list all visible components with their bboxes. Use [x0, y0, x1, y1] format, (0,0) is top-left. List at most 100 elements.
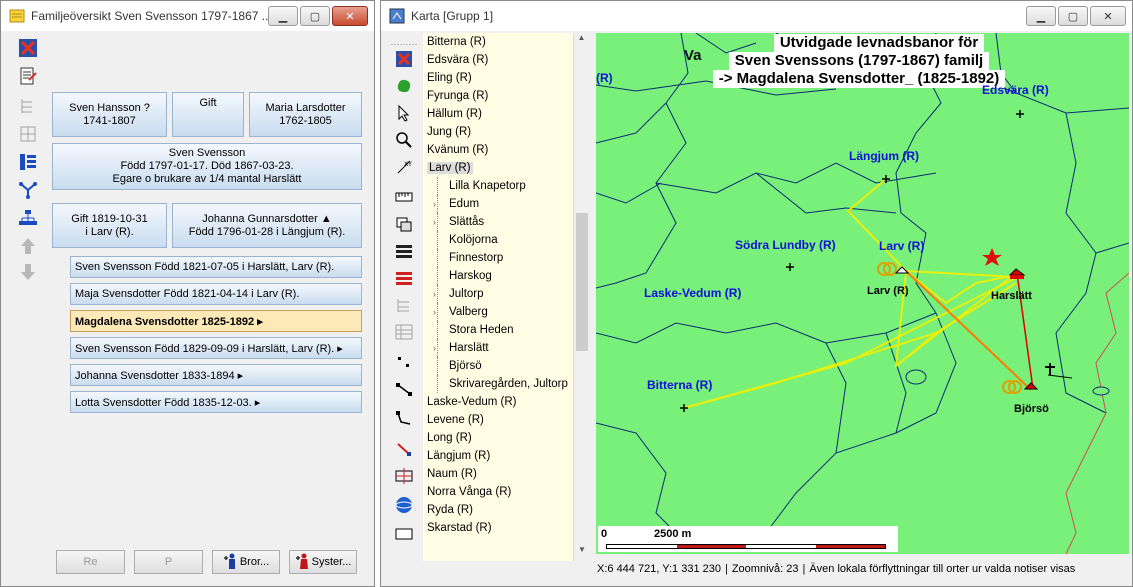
tree-item[interactable]: Längjum (R)	[423, 447, 573, 465]
list-blue-icon[interactable]	[15, 149, 41, 175]
maximize-button[interactable]: ▢	[1058, 6, 1088, 26]
spouse-box[interactable]: Johanna Gunnarsdotter ▲ Född 1796-01-28 …	[172, 203, 362, 248]
tree-item[interactable]: Hällum (R)	[423, 105, 573, 123]
tree-item[interactable]: Norra Vånga (R)	[423, 483, 573, 501]
scrollbar-thumb[interactable]	[576, 213, 588, 351]
tree-item[interactable]: Fyrunga (R)	[423, 87, 573, 105]
tree-item[interactable]: Skrivaregården, Jultorp	[423, 375, 573, 393]
table-icon[interactable]	[388, 321, 420, 343]
red-path-icon[interactable]	[388, 438, 420, 460]
tree-scrollbar[interactable]: ▲ ▼	[573, 33, 589, 561]
tree-guide-line	[437, 303, 438, 321]
right-titlebar[interactable]: Karta [Grupp 1] ▁ ▢ ✕	[381, 1, 1132, 31]
p-button[interactable]: P	[134, 550, 203, 574]
tree-guide-line	[437, 321, 438, 339]
child-item[interactable]: Sven Svensson Född 1829-09-09 i Harslätt…	[70, 337, 362, 359]
minimize-button[interactable]: ▁	[268, 6, 298, 26]
tree-item[interactable]: › Edum	[423, 195, 573, 213]
tree-item[interactable]: Harskog	[423, 267, 573, 285]
expand-chevron-icon[interactable]: ›	[433, 213, 436, 231]
lines-red-icon[interactable]	[388, 267, 420, 289]
hierarchy-icon[interactable]	[15, 205, 41, 231]
tree-item[interactable]: › Slättås	[423, 213, 573, 231]
tree-item[interactable]: Lilla Knapetorp	[423, 177, 573, 195]
main-person-box[interactable]: Sven Svensson Född 1797-01-17. Död 1867-…	[52, 143, 362, 190]
tree-chart-icon[interactable]	[388, 294, 420, 316]
minimize-button[interactable]: ▁	[1026, 6, 1056, 26]
region-select-icon[interactable]	[388, 75, 420, 97]
tree-item-label: Kvänum (R)	[427, 144, 489, 156]
close-map-icon[interactable]	[388, 48, 420, 70]
lines-black-icon[interactable]	[388, 240, 420, 262]
close-button[interactable]: ✕	[332, 6, 368, 26]
maximize-button[interactable]: ▢	[300, 6, 330, 26]
tree-item[interactable]: Larv (R)	[423, 159, 573, 177]
tree-item[interactable]: Eling (R)	[423, 69, 573, 87]
pointer-icon[interactable]	[388, 102, 420, 124]
tree-item[interactable]: › Harslätt	[423, 339, 573, 357]
close-red-x-icon[interactable]	[15, 35, 41, 61]
child-item[interactable]: Johanna Svensdotter 1833-1894 ▸	[70, 364, 362, 386]
tree-item[interactable]: Björsö	[423, 357, 573, 375]
zoom-icon[interactable]	[388, 129, 420, 151]
mother-box[interactable]: Maria Larsdotter 1762-1805	[249, 92, 362, 137]
child-item[interactable]: Sven Svensson Född 1821-07-05 i Harslätt…	[70, 256, 362, 278]
rectangle-icon[interactable]	[388, 523, 420, 545]
map-view[interactable]: Utvidgade levnadsbanor för Sven Svensson…	[596, 33, 1129, 554]
tree-item[interactable]: Long (R)	[423, 429, 573, 447]
tree-item[interactable]: Skarstad (R)	[423, 519, 573, 537]
re-button[interactable]: Re	[56, 550, 125, 574]
add-brother-button[interactable]: Bror...	[212, 550, 280, 574]
father-name: Sven Hansson ?	[69, 101, 150, 114]
tree-item[interactable]: Stora Heden	[423, 321, 573, 339]
tree-item[interactable]: Finnestorp	[423, 249, 573, 267]
tree-item[interactable]: › Jultorp	[423, 285, 573, 303]
tree-item[interactable]: Naum (R)	[423, 465, 573, 483]
child-item[interactable]: Maja Svensdotter Född 1821-04-14 i Larv …	[70, 283, 362, 305]
tree-item[interactable]: Edsvära (R)	[423, 51, 573, 69]
place-tree[interactable]: Bitterna (R) Edsvära (R) Eling (R) Fyrunga …	[423, 33, 573, 561]
tree-item-label: Finnestorp	[449, 252, 504, 264]
left-titlebar[interactable]: Familjeöversikt Sven Svensson 1797-1867 …	[1, 1, 374, 31]
tree-item[interactable]: Bitterna (R)	[423, 33, 573, 51]
expand-chevron-icon[interactable]: ›	[433, 339, 436, 357]
parents-marriage-label: Gift	[199, 97, 217, 109]
close-button[interactable]: ✕	[1090, 6, 1126, 26]
expand-chevron-icon[interactable]: ›	[433, 303, 436, 321]
scale-bar: 0 2500 m	[598, 526, 898, 552]
layers-icon[interactable]	[388, 213, 420, 235]
fit-extent-icon[interactable]	[388, 465, 420, 487]
tree-item[interactable]: Ryda (R)	[423, 501, 573, 519]
tree-item-label: Harskog	[449, 270, 492, 282]
marriage-box[interactable]: Gift 1819-10-31 i Larv (R).	[52, 203, 167, 248]
points-icon[interactable]	[388, 351, 420, 373]
tree-item[interactable]: Kvänum (R)	[423, 141, 573, 159]
parents-marriage-box[interactable]: Gift	[172, 92, 244, 137]
scroll-down-arrow-icon[interactable]: ▼	[574, 545, 590, 561]
scroll-up-arrow-icon[interactable]: ▲	[574, 33, 589, 49]
child-item-selected[interactable]: Magdalena Svensdotter 1825-1892 ▸	[70, 310, 362, 332]
father-box[interactable]: Sven Hansson ? 1741-1807	[52, 92, 167, 137]
family-app-icon	[9, 8, 25, 24]
coordinate-icon[interactable]: XY	[388, 156, 420, 178]
tree-item[interactable]: › Valberg	[423, 303, 573, 321]
path-icon[interactable]	[388, 378, 420, 400]
down-arrow-icon[interactable]	[15, 259, 41, 285]
path-route-icon[interactable]	[388, 408, 420, 430]
tree-item[interactable]: Jung (R)	[423, 123, 573, 141]
descendants-icon[interactable]	[15, 177, 41, 203]
ancestors-icon[interactable]	[15, 121, 41, 147]
add-sister-button[interactable]: Syster...	[289, 550, 357, 574]
expand-chevron-icon[interactable]: ›	[433, 285, 436, 303]
tree-item-label: Lilla Knapetorp	[449, 180, 526, 192]
globe-icon[interactable]	[388, 494, 420, 516]
tree-item[interactable]: Kolöjorna	[423, 231, 573, 249]
tree-chart-icon[interactable]	[15, 93, 41, 119]
child-item[interactable]: Lotta Svensdotter Född 1835-12-03. ▸	[70, 391, 362, 413]
document-edit-icon[interactable]	[15, 63, 41, 89]
ruler-icon[interactable]	[388, 186, 420, 208]
tree-item[interactable]: Levene (R)	[423, 411, 573, 429]
tree-item[interactable]: Laske-Vedum (R)	[423, 393, 573, 411]
up-arrow-icon[interactable]	[15, 233, 41, 259]
expand-chevron-icon[interactable]: ›	[433, 195, 436, 213]
